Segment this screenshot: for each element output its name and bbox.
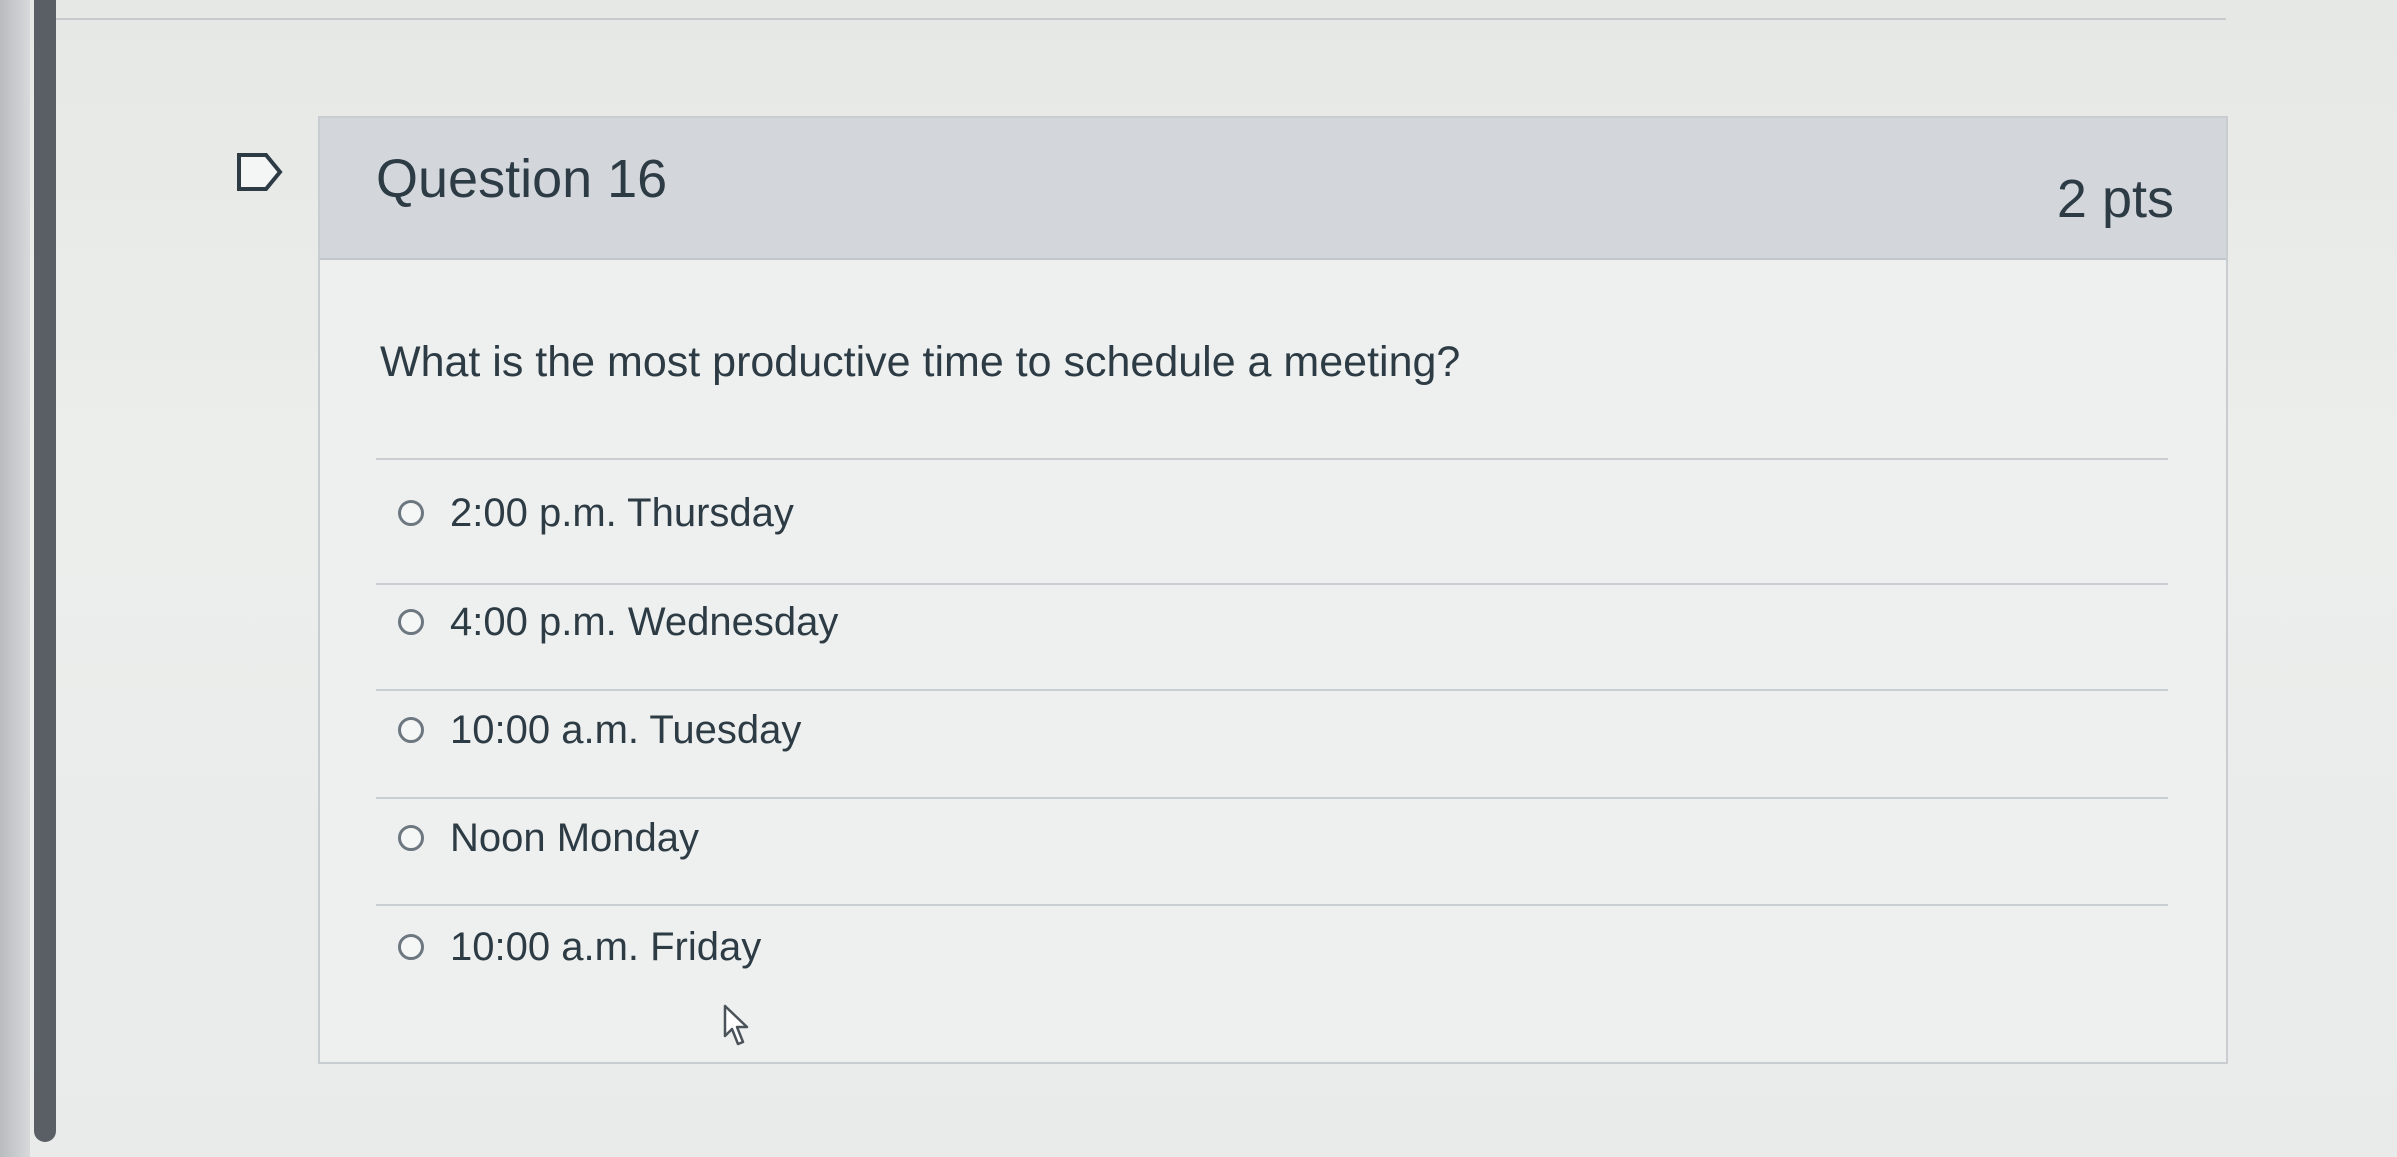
left-edge xyxy=(0,0,30,1157)
mouse-pointer-icon xyxy=(723,1004,749,1046)
answer-label[interactable]: 4:00 p.m. Wednesday xyxy=(450,600,838,645)
answer-divider xyxy=(376,458,2168,460)
answer-option[interactable]: 10:00 a.m. Tuesday xyxy=(398,695,2158,765)
scrollbar[interactable] xyxy=(34,0,56,1142)
answer-divider xyxy=(376,583,2168,585)
radio-button-icon[interactable] xyxy=(398,500,424,526)
question-title: Question 16 xyxy=(376,149,668,209)
previous-question-border xyxy=(56,0,2226,20)
radio-button-icon[interactable] xyxy=(398,609,424,635)
answer-option[interactable]: 4:00 p.m. Wednesday xyxy=(398,587,2158,657)
answer-label[interactable]: Noon Monday xyxy=(450,816,699,861)
answer-label[interactable]: 2:00 p.m. Thursday xyxy=(450,491,794,536)
screen: Question 16 2 pts What is the most produ… xyxy=(0,0,2397,1157)
answer-divider xyxy=(376,797,2168,799)
question-header: Question 16 2 pts xyxy=(320,118,2226,260)
answer-option[interactable]: 2:00 p.m. Thursday xyxy=(398,478,2158,548)
question-card: Question 16 2 pts What is the most produ… xyxy=(318,116,2228,1064)
answer-label[interactable]: 10:00 a.m. Tuesday xyxy=(450,708,801,753)
question-points: 2 pts xyxy=(2056,169,2174,229)
answer-option[interactable]: 10:00 a.m. Friday xyxy=(398,912,2158,982)
answer-divider xyxy=(376,904,2168,906)
flag-icon[interactable] xyxy=(236,150,284,194)
answer-divider xyxy=(376,689,2168,691)
question-text: What is the most productive time to sche… xyxy=(380,338,1461,386)
radio-button-icon[interactable] xyxy=(398,934,424,960)
answer-label[interactable]: 10:00 a.m. Friday xyxy=(450,925,761,970)
radio-button-icon[interactable] xyxy=(398,825,424,851)
radio-button-icon[interactable] xyxy=(398,717,424,743)
answer-option[interactable]: Noon Monday xyxy=(398,803,2158,873)
